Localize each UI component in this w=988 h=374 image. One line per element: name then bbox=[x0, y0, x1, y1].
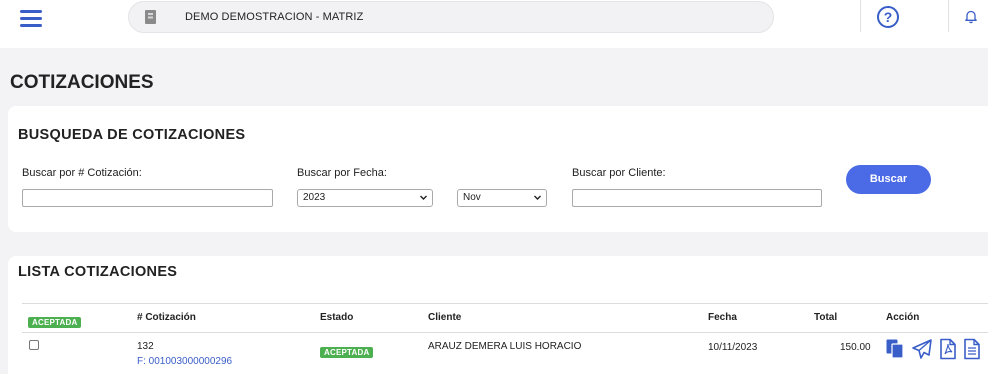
send-icon[interactable] bbox=[912, 338, 932, 360]
column-header-number: # Cotización bbox=[137, 312, 196, 323]
quote-number-input[interactable] bbox=[22, 189, 273, 207]
quote-number-label: Buscar por # Cotización: bbox=[22, 167, 142, 179]
status-filter-badge[interactable]: ACEPTADA bbox=[28, 312, 82, 330]
divider bbox=[948, 0, 949, 32]
column-header-status: Estado bbox=[320, 312, 354, 323]
page-title: COTIZACIONES bbox=[10, 72, 154, 93]
column-header-date: Fecha bbox=[708, 312, 737, 323]
column-header-total: Total bbox=[814, 312, 838, 323]
building-icon bbox=[145, 10, 156, 24]
client-name: ARAUZ DEMERA LUIS HORACIO bbox=[428, 341, 582, 352]
company-name: DEMO DEMOSTRACION - MATRIZ bbox=[185, 11, 364, 23]
client-label: Buscar por Cliente: bbox=[572, 167, 666, 179]
column-header-action: Acción bbox=[886, 312, 920, 323]
year-select-value: 2023 bbox=[303, 192, 326, 203]
month-select[interactable]: Nov bbox=[457, 189, 547, 207]
bell-icon[interactable] bbox=[964, 10, 978, 24]
status-filter-label: ACEPTADA bbox=[28, 317, 82, 328]
chevron-down-icon bbox=[420, 195, 427, 200]
copy-icon[interactable] bbox=[885, 338, 905, 360]
search-section-title: BUSQUEDA DE COTIZACIONES bbox=[18, 127, 246, 143]
document-icon[interactable] bbox=[962, 338, 982, 360]
table-header-border bbox=[22, 332, 988, 333]
table-top-border bbox=[22, 303, 988, 304]
top-bar: DEMO DEMOSTRACION - MATRIZ ? bbox=[0, 0, 988, 48]
chevron-down-icon bbox=[534, 195, 541, 200]
company-selector[interactable]: DEMO DEMOSTRACION - MATRIZ bbox=[128, 1, 774, 33]
divider bbox=[860, 0, 861, 32]
quote-total: 150.00 bbox=[840, 342, 871, 353]
invoice-link[interactable]: F: 001003000000296 bbox=[137, 356, 232, 367]
client-input[interactable] bbox=[572, 189, 822, 207]
status-badge-label: ACEPTADA bbox=[320, 347, 374, 358]
quote-number: 132 bbox=[137, 341, 154, 352]
status-badge: ACEPTADA bbox=[320, 342, 374, 360]
menu-icon[interactable] bbox=[20, 10, 42, 30]
quote-date: 10/11/2023 bbox=[708, 342, 758, 353]
help-icon[interactable]: ? bbox=[877, 6, 899, 28]
date-label: Buscar por Fecha: bbox=[297, 167, 387, 179]
list-section-title: LISTA COTIZACIONES bbox=[18, 264, 178, 280]
row-checkbox[interactable] bbox=[29, 340, 39, 350]
month-select-value: Nov bbox=[463, 192, 481, 203]
search-card bbox=[8, 106, 988, 232]
pdf-icon[interactable] bbox=[938, 338, 958, 360]
column-header-client: Cliente bbox=[428, 312, 462, 323]
search-button[interactable]: Buscar bbox=[846, 165, 931, 194]
year-select[interactable]: 2023 bbox=[297, 189, 433, 207]
